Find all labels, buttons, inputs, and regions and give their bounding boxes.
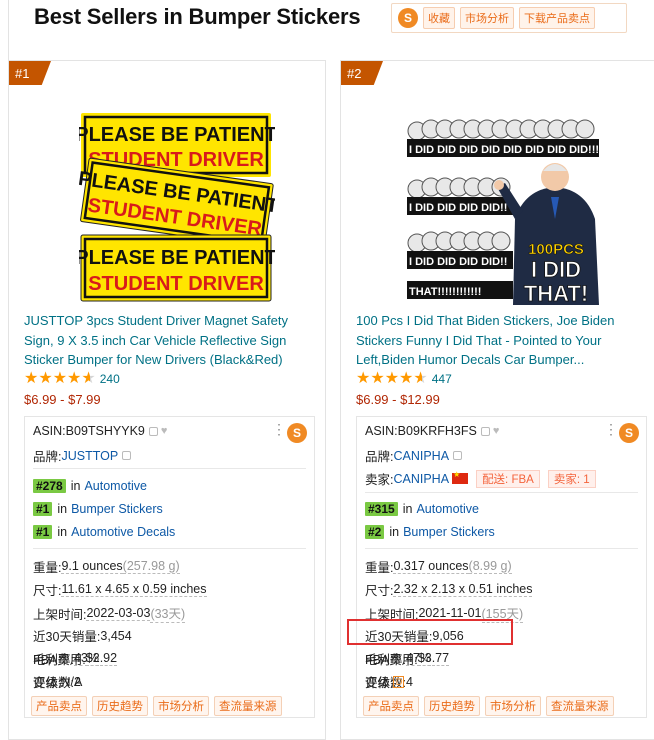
star-rating-icon: ★ ★ ★ ★ ★ <box>356 370 428 387</box>
rank-row: #315 in Automotive <box>365 502 479 516</box>
market-analysis-button[interactable]: 市场分析 <box>153 696 209 716</box>
review-count-link[interactable]: 447 <box>432 372 452 386</box>
copy-icon[interactable] <box>480 426 490 436</box>
asin-value: B09KRFH3FS <box>397 424 477 438</box>
seller-row: 卖家: CANIPHA 配送: FBA 卖家: 1 <box>365 469 596 488</box>
brand-row: 品牌: JUSTTOP <box>33 446 132 465</box>
product-title-link[interactable]: JUSTTOP 3pcs Student Driver Magnet Safet… <box>24 311 316 370</box>
brand-link[interactable]: CANIPHA <box>393 449 449 463</box>
svg-text:I DID DID DID DID!!: I DID DID DID DID!! <box>409 202 507 214</box>
star-rating-icon: ★ ★ ★ ★ ★ <box>24 370 96 387</box>
china-flag-icon <box>452 470 469 484</box>
category-link[interactable]: Bumper Stickers <box>71 502 163 516</box>
review-count-link[interactable]: 240 <box>100 372 120 386</box>
weight-row: 重量: 9.1 ounces (257.98 g) <box>33 559 180 575</box>
rank-row: #1 in Automotive Decals <box>33 525 175 539</box>
price: $6.99 - $12.99 <box>356 392 440 407</box>
asin-value: B09TSHYYK9 <box>65 424 145 438</box>
product-info-panel: ⋮ S ASIN: B09KRFH3FS ♥ 品牌: CANIPHA 卖家: C… <box>356 416 647 718</box>
favorite-button[interactable]: 收藏 <box>423 7 455 29</box>
svg-text:I DID: I DID <box>531 257 581 282</box>
rank-row: #2 in Bumper Stickers <box>365 525 495 539</box>
category-link[interactable]: Automotive <box>84 479 147 493</box>
rank-badge: #1 <box>9 61 51 85</box>
action-buttons: 产品卖点 历史趋势 市场分析 查流量来源 <box>363 696 614 716</box>
heart-icon[interactable]: ♥ <box>161 425 168 437</box>
page-title: Best Sellers in Bumper Stickers <box>34 4 361 29</box>
svg-text:PLEASE BE PATIENT: PLEASE BE PATIENT <box>79 124 275 146</box>
history-trend-button[interactable]: 历史趋势 <box>424 696 480 716</box>
brand-link[interactable]: JUSTTOP <box>61 449 118 463</box>
divider <box>33 468 306 469</box>
plugin-logo-icon[interactable]: S <box>287 423 307 443</box>
divider <box>33 548 306 549</box>
more-options-icon[interactable]: ⋮ <box>604 422 618 436</box>
magnet-sign-bottom: PLEASE BE PATIENT STUDENT DRIVER <box>79 234 275 302</box>
heart-icon[interactable]: ♥ <box>493 425 500 437</box>
product-image[interactable]: PLEASE BE PATIENT STUDENT DRIVER PLEASE … <box>79 109 275 305</box>
sticker-row-3: I DID DID DID DID!! THAT!!!!!!!!!!!! <box>407 231 513 299</box>
grade-row: 评级: D <box>365 672 405 691</box>
dimensions-row: 尺寸: 2.32 x 2.13 x 0.51 inches <box>365 582 533 598</box>
selling-points-button[interactable]: 产品卖点 <box>363 696 419 716</box>
asin-row: ASIN: B09KRFH3FS ♥ <box>365 424 500 438</box>
product-image[interactable]: I DID DID DID DID DID DID DID DID!!! I D… <box>405 109 601 305</box>
weight-row: 重量: 0.317 ounces (8.99 g) <box>365 559 512 575</box>
brand-row: 品牌: CANIPHA <box>365 446 463 465</box>
seller-count-tag[interactable]: 卖家: 1 <box>547 469 596 488</box>
rating[interactable]: ★ ★ ★ ★ ★ 447 <box>356 371 452 387</box>
sales-30d-row: 近30天销量: 3,454 <box>33 628 132 645</box>
margin-row: 毛利率: 43% <box>33 651 100 667</box>
category-link[interactable]: Bumper Stickers <box>403 525 495 539</box>
rank-row: #1 in Bumper Stickers <box>33 502 163 516</box>
svg-text:THAT!!!!!!!!!!!!: THAT!!!!!!!!!!!! <box>409 286 481 298</box>
plugin-toolbar: S 收藏 市场分析 下载产品卖点 <box>391 3 627 33</box>
100pcs-label: 100PCS I DID THAT! <box>523 241 588 305</box>
svg-text:100PCS: 100PCS <box>528 241 584 258</box>
page-header: Best Sellers in Bumper Stickers <box>34 0 361 34</box>
product-info-panel: ⋮ S ASIN: B09TSHYYK9 ♥ 品牌: JUSTTOP #278 … <box>24 416 315 718</box>
rating[interactable]: ★ ★ ★ ★ ★ 240 <box>24 371 120 387</box>
divider <box>365 492 638 493</box>
svg-text:THAT!: THAT! <box>524 281 588 305</box>
external-link-icon[interactable] <box>453 451 463 460</box>
category-link[interactable]: Automotive <box>416 502 479 516</box>
margin-row: 毛利率: 47% <box>365 651 432 667</box>
product-card-1: #1 PLEASE BE PATIENT STUDENT DRIVER PLEA… <box>8 60 326 740</box>
grade-badge: D <box>393 675 405 688</box>
more-options-icon[interactable]: ⋮ <box>272 422 286 436</box>
copy-icon[interactable] <box>148 426 158 436</box>
category-link[interactable]: Automotive Decals <box>71 525 175 539</box>
asin-row: ASIN: B09TSHYYK9 ♥ <box>33 424 168 438</box>
history-trend-button[interactable]: 历史趋势 <box>92 696 148 716</box>
traffic-source-button[interactable]: 查流量来源 <box>546 696 614 716</box>
listing-date-row: 上架时间: 2022-03-03 (33天) <box>33 603 186 623</box>
price: $6.99 - $7.99 <box>24 392 101 407</box>
rank-row: #278 in Automotive <box>33 479 147 493</box>
seller-link[interactable]: CANIPHA <box>393 472 449 486</box>
traffic-source-button[interactable]: 查流量来源 <box>214 696 282 716</box>
rank-badge: #2 <box>341 61 383 85</box>
external-link-icon[interactable] <box>122 451 132 460</box>
svg-text:STUDENT DRIVER: STUDENT DRIVER <box>88 273 264 295</box>
dimensions-row: 尺寸: 11.61 x 4.65 x 0.59 inches <box>33 582 207 598</box>
plugin-logo-icon[interactable]: S <box>619 423 639 443</box>
selling-points-button[interactable]: 产品卖点 <box>31 696 87 716</box>
market-analysis-button[interactable]: 市场分析 <box>485 696 541 716</box>
plugin-logo-icon[interactable]: S <box>398 8 418 28</box>
market-analysis-button[interactable]: 市场分析 <box>460 7 514 29</box>
svg-text:I DID DID DID DID DID DID DID: I DID DID DID DID DID DID DID DID!!! <box>409 144 599 156</box>
action-buttons: 产品卖点 历史趋势 市场分析 查流量来源 <box>31 696 282 716</box>
download-selling-points-button[interactable]: 下载产品卖点 <box>519 7 595 29</box>
sales-highlight-box <box>347 619 513 645</box>
product-title-link[interactable]: 100 Pcs I Did That Biden Stickers, Joe B… <box>356 311 648 370</box>
svg-text:PLEASE BE PATIENT: PLEASE BE PATIENT <box>79 247 275 269</box>
divider <box>365 548 638 549</box>
grade-row: 评级: N/A <box>33 674 83 691</box>
svg-text:I DID DID DID DID!!: I DID DID DID DID!! <box>409 256 507 268</box>
fulfillment-tag: 配送: FBA <box>476 469 540 488</box>
